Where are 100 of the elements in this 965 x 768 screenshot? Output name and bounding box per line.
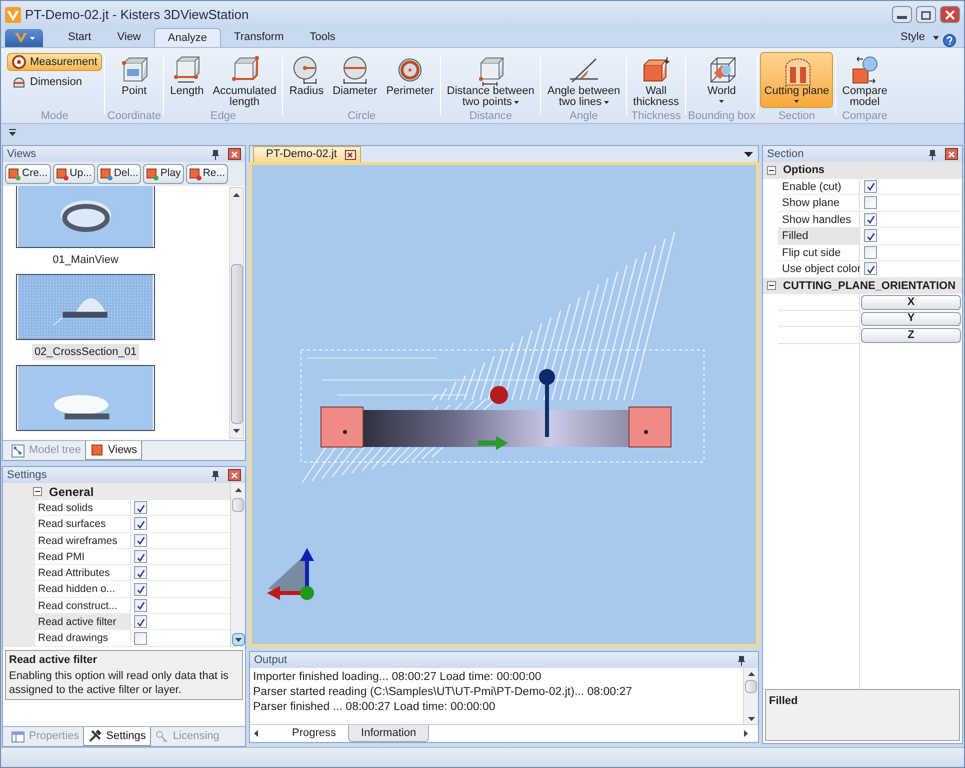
toolbar-button[interactable]: Del... xyxy=(96,164,142,184)
axis-button[interactable]: Z xyxy=(861,328,961,342)
checkbox[interactable] xyxy=(864,212,877,226)
checkmark-icon xyxy=(865,180,876,192)
scrollbar-thumb[interactable] xyxy=(230,264,242,424)
collapse-toggle[interactable] xyxy=(767,166,776,175)
ribbon-button[interactable]: Length xyxy=(166,52,208,108)
group-label: Section xyxy=(778,109,816,123)
scrollbar-thumb[interactable] xyxy=(745,680,757,693)
ribbon-button[interactable]: Accumulated length xyxy=(208,52,280,108)
scroll-down-icon xyxy=(233,429,240,433)
checkbox[interactable] xyxy=(864,262,877,276)
checkbox[interactable] xyxy=(134,582,147,596)
help-icon[interactable] xyxy=(943,34,956,47)
property-row[interactable]: Filled xyxy=(778,228,962,244)
collapse-toggle[interactable] xyxy=(33,487,42,496)
checkbox[interactable] xyxy=(134,550,147,564)
ribbon-button[interactable]: Wall thickness xyxy=(629,52,683,108)
checkbox[interactable] xyxy=(134,566,147,580)
checkbox[interactable] xyxy=(134,517,147,530)
scroll-down-button[interactable] xyxy=(232,633,244,646)
property-row[interactable]: Read surfaces xyxy=(35,516,230,533)
sectioned-part-drawing[interactable] xyxy=(300,232,704,484)
pin-icon[interactable] xyxy=(737,654,746,666)
ribbon-tab[interactable]: Transform xyxy=(221,28,297,47)
property-row[interactable]: Read drawings xyxy=(35,630,230,647)
toolbar-button[interactable]: Play xyxy=(143,164,184,184)
scroll-left-icon[interactable] xyxy=(254,730,258,737)
checkbox[interactable] xyxy=(864,180,877,193)
close-icon xyxy=(231,472,238,478)
ribbon-tab[interactable]: Tools xyxy=(296,28,348,47)
ribbon-button[interactable]: Diameter xyxy=(328,52,382,108)
close-button[interactable] xyxy=(344,150,356,160)
group-label: Circle xyxy=(348,109,376,123)
ribbon-tab[interactable]: Start xyxy=(55,28,104,47)
ribbon-tab[interactable]: View xyxy=(104,28,154,47)
group-label: Angle xyxy=(570,109,598,123)
ribbon-button[interactable]: Cutting plane xyxy=(760,52,834,108)
checkbox[interactable] xyxy=(134,598,147,612)
collapse-toggle[interactable] xyxy=(767,281,776,290)
scroll-right-icon[interactable] xyxy=(744,730,748,737)
property-row[interactable]: Read construct... xyxy=(35,598,230,614)
toolbar-button[interactable]: Up... xyxy=(52,164,95,184)
ribbon-button[interactable]: Angle between two lines xyxy=(543,52,624,108)
ribbon-button[interactable]: Distance between two points xyxy=(442,52,538,108)
checkbox[interactable] xyxy=(134,534,147,547)
property-row[interactable]: Read wireframes xyxy=(35,532,230,549)
ribbon-button[interactable]: World xyxy=(702,52,742,108)
customize-toolbar-icon[interactable] xyxy=(9,129,16,137)
ribbon-button[interactable]: Compare model xyxy=(838,52,892,108)
property-row[interactable]: Use object color xyxy=(778,261,962,278)
view-thumbnail[interactable] xyxy=(16,274,155,340)
pin-icon[interactable] xyxy=(211,470,220,480)
view-thumbnail[interactable] xyxy=(16,365,155,431)
mode-button[interactable]: Measurement xyxy=(7,53,102,71)
close-button[interactable] xyxy=(945,148,958,160)
checkbox[interactable] xyxy=(134,632,147,645)
property-row[interactable]: Read solids xyxy=(35,500,230,516)
checkbox[interactable] xyxy=(864,246,877,259)
dropdown-icon[interactable] xyxy=(744,152,753,157)
property-row[interactable]: Read Attributes xyxy=(35,565,230,582)
property-row[interactable]: Show plane xyxy=(778,195,962,212)
axis-button[interactable]: Y xyxy=(861,312,961,326)
checkbox[interactable] xyxy=(864,196,877,210)
checkbox[interactable] xyxy=(134,615,147,628)
scrollbar[interactable] xyxy=(229,187,244,439)
ribbon-button[interactable]: Perimeter xyxy=(382,52,438,108)
property-row[interactable]: Read hidden o... xyxy=(35,581,230,598)
panel-tab[interactable]: Settings xyxy=(83,727,151,746)
property-row[interactable]: Enable (cut) xyxy=(778,178,962,195)
document-tab[interactable]: PT-Demo-02.jt xyxy=(253,146,361,162)
toolbar-button[interactable]: Re... xyxy=(186,164,228,184)
scrollbar[interactable] xyxy=(743,668,758,724)
checkbox[interactable] xyxy=(864,229,877,242)
group-label: Bounding box xyxy=(688,109,756,123)
property-row[interactable]: Read active filter xyxy=(35,614,230,630)
pin-icon[interactable] xyxy=(928,148,937,160)
scrollbar[interactable] xyxy=(230,483,245,647)
ribbon-button[interactable]: Point xyxy=(114,52,154,108)
close-button[interactable] xyxy=(228,469,241,481)
view-thumbnail[interactable] xyxy=(16,186,155,248)
axis-button[interactable]: X xyxy=(861,295,961,310)
ribbon-button[interactable]: Radius xyxy=(285,52,328,108)
scrollbar-thumb[interactable] xyxy=(232,498,244,512)
output-tab[interactable]: Information xyxy=(348,725,430,742)
ribbon-tab[interactable]: Analyze xyxy=(154,28,222,47)
minimize-button[interactable] xyxy=(892,6,912,23)
style-menu[interactable]: Style xyxy=(900,28,939,47)
property-row[interactable]: Flip cut side xyxy=(778,244,962,261)
mode-button[interactable]: Dimension xyxy=(7,73,102,91)
maximize-button[interactable] xyxy=(916,6,936,23)
close-button[interactable] xyxy=(940,6,960,23)
property-row[interactable]: Show handles xyxy=(778,212,962,228)
app-menu-button[interactable] xyxy=(5,29,43,47)
panel-tab[interactable]: Views xyxy=(84,441,142,460)
pin-icon[interactable] xyxy=(211,148,220,160)
close-button[interactable] xyxy=(228,148,241,160)
property-row[interactable]: Read PMI xyxy=(35,548,230,566)
checkbox[interactable] xyxy=(134,501,147,514)
toolbar-button[interactable]: Cre... xyxy=(5,164,51,184)
